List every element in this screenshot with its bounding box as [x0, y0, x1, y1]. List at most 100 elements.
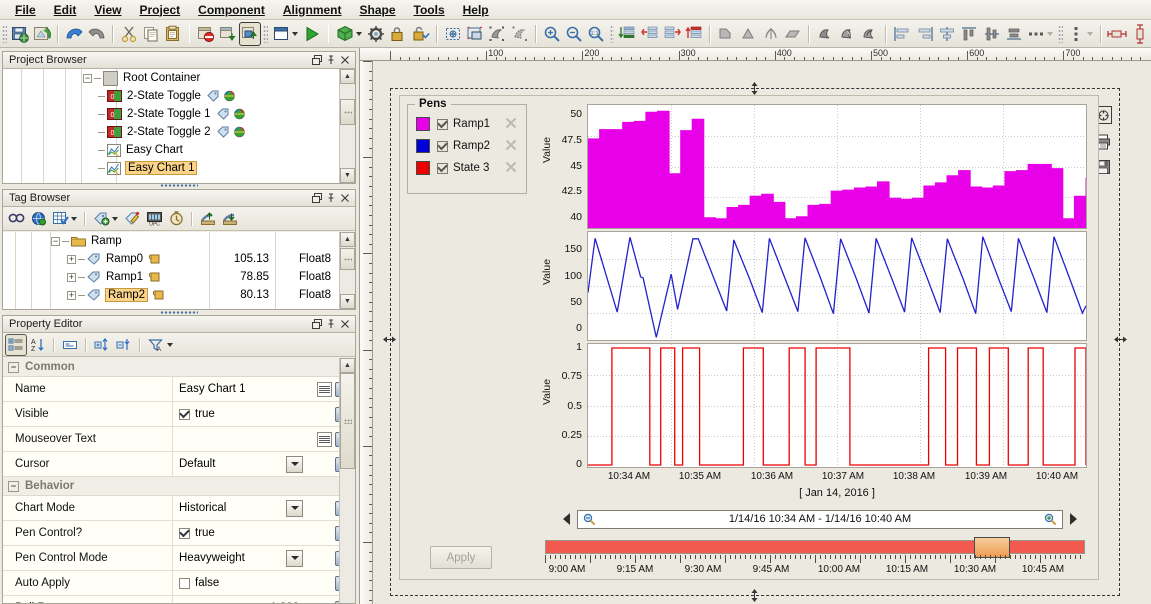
tree-node-2-state-toggle[interactable]: 0 2-State Toggle [3, 87, 355, 105]
checkbox-icon[interactable] [179, 408, 190, 420]
categorized-icon[interactable] [5, 333, 27, 356]
new-window-icon[interactable] [271, 23, 291, 45]
pen-row-ramp2[interactable]: Ramp2 [408, 135, 526, 157]
remove-pen-icon[interactable] [505, 161, 517, 176]
zoom-reset-icon[interactable]: 1:1 [586, 23, 606, 45]
collapse-all-icon[interactable] [114, 335, 134, 355]
toolbar-grip[interactable] [609, 24, 615, 43]
chevron-down-icon[interactable] [286, 549, 303, 567]
range-selector[interactable]: 1/14/16 10:34 AM - 1/14/16 10:40 AM [560, 508, 1080, 530]
pin-icon[interactable] [324, 317, 338, 331]
property-value[interactable]: false [173, 571, 307, 595]
tag-row-ramp1[interactable]: + Ramp1 78.85 Float8 [3, 268, 355, 286]
menu-item-file[interactable]: File [6, 1, 45, 19]
pin-icon[interactable] [324, 191, 338, 205]
menu-item-help[interactable]: Help [454, 1, 498, 19]
align-bottom-icon[interactable] [1004, 23, 1024, 45]
tag-browser-scrollbar[interactable]: ▲ ▼ [339, 232, 355, 309]
tree-node-easy-chart[interactable]: Easy Chart [3, 141, 355, 159]
pen-color-swatch[interactable] [416, 161, 430, 175]
close-icon[interactable] [338, 191, 352, 205]
property-value[interactable] [173, 427, 307, 451]
space-vertical-icon[interactable] [1129, 23, 1149, 45]
chevron-down-icon[interactable] [71, 216, 77, 221]
copy-icon[interactable] [141, 23, 161, 45]
expander-icon[interactable]: − [83, 73, 92, 83]
panel-splitter-1[interactable] [2, 183, 356, 188]
shape-union-icon[interactable] [815, 23, 835, 45]
tag-row-ramp0[interactable]: + Ramp0 105.13 Float8 [3, 250, 355, 268]
toolbar-grip[interactable] [263, 24, 268, 43]
scroll-up-button[interactable]: ▲ [340, 69, 355, 84]
horizontal-ruler[interactable]: 100 200 300 400 500 600 700 [360, 48, 1151, 61]
zoom-in-icon[interactable] [542, 23, 562, 45]
align-right-icon[interactable] [915, 23, 935, 45]
pen-color-swatch[interactable] [416, 139, 430, 153]
zoom-out-icon[interactable] [583, 513, 596, 526]
property-value[interactable]: true [173, 521, 307, 545]
expander-icon[interactable]: − [8, 361, 19, 373]
plot-area-ramp2[interactable] [587, 231, 1087, 341]
chevron-down-icon[interactable] [286, 499, 303, 517]
restore-icon[interactable] [310, 53, 324, 67]
checkbox-icon[interactable] [179, 577, 190, 589]
move-forward-icon[interactable] [662, 23, 682, 45]
property-row-chart-mode[interactable]: Chart Mode Historical [3, 496, 355, 521]
property-row-visible[interactable]: Visible true [3, 402, 355, 427]
expander-icon[interactable]: + [67, 254, 76, 264]
tree-node-2-state-toggle-1[interactable]: 0 2-State Toggle 1 [3, 105, 355, 123]
property-row-pen-control-mode[interactable]: Pen Control Mode Heavyweight [3, 546, 355, 571]
property-value[interactable]: Default [173, 452, 307, 476]
save-icon[interactable] [10, 23, 30, 45]
align-middle-icon[interactable] [981, 23, 1001, 45]
space-horizontal-icon[interactable] [1107, 23, 1127, 45]
handle-bottom[interactable] [748, 589, 761, 602]
lock-icon[interactable] [388, 23, 408, 45]
refresh-icon[interactable] [32, 23, 52, 45]
shape-intersect-icon[interactable] [860, 23, 880, 45]
property-value[interactable]: Historical [173, 496, 307, 520]
align-left-icon[interactable] [892, 23, 912, 45]
move-to-front-icon[interactable] [684, 23, 704, 45]
new-tag-icon[interactable] [91, 209, 111, 229]
edit-text-icon[interactable] [317, 381, 332, 397]
import-icon[interactable] [198, 209, 218, 229]
tag-providers-icon[interactable] [28, 209, 48, 229]
expand-all-icon[interactable] [92, 335, 112, 355]
scroll-down-button[interactable]: ▼ [340, 294, 355, 309]
paste-icon[interactable] [163, 23, 183, 45]
chevron-down-icon[interactable] [292, 31, 299, 36]
tag-table-icon[interactable] [50, 209, 70, 229]
rotate-icon[interactable] [716, 23, 736, 45]
property-row-poll-rate[interactable]: Poll Rate 1,000 [3, 596, 355, 603]
expander-icon[interactable]: − [8, 480, 19, 492]
flip-icon[interactable] [739, 23, 759, 45]
tree-node-2-state-toggle-2[interactable]: 0 2-State Toggle 2 [3, 123, 355, 141]
paste-window-icon[interactable] [239, 21, 262, 46]
ungroup-icon[interactable] [509, 23, 529, 45]
menu-item-project[interactable]: Project [130, 1, 189, 19]
property-row-auto-apply[interactable]: Auto Apply false [3, 571, 355, 596]
group-icon[interactable] [487, 23, 507, 45]
property-editor-list[interactable]: − Common Name Easy Chart 1 Visible true [3, 358, 355, 603]
close-icon[interactable] [338, 53, 352, 67]
property-editor-scrollbar[interactable]: ▲ [339, 358, 355, 603]
edit-tag-icon[interactable] [122, 209, 142, 229]
zoom-in-icon[interactable] [1044, 513, 1057, 526]
project-browser-tree[interactable]: − Root Container 0 2-State Toggle 0 2-St… [3, 69, 355, 183]
preview-play-icon[interactable] [302, 23, 322, 45]
pen-checkbox[interactable] [437, 162, 448, 174]
align-center-icon[interactable] [937, 23, 957, 45]
toolbar-grip[interactable] [1058, 24, 1063, 43]
chevron-down-icon[interactable] [112, 216, 118, 221]
property-row-cursor[interactable]: Cursor Default [3, 452, 355, 477]
plot-area-state3[interactable] [587, 343, 1087, 468]
undo-icon[interactable] [64, 23, 84, 45]
export-icon[interactable] [220, 209, 240, 229]
pen-row-state3[interactable]: State 3 [408, 157, 526, 179]
chevron-down-icon[interactable] [286, 455, 303, 473]
pin-icon[interactable] [324, 53, 338, 67]
property-group-common[interactable]: − Common [3, 358, 355, 377]
property-row-mouseover-text[interactable]: Mouseover Text [3, 427, 355, 452]
handle-left[interactable] [383, 333, 396, 346]
